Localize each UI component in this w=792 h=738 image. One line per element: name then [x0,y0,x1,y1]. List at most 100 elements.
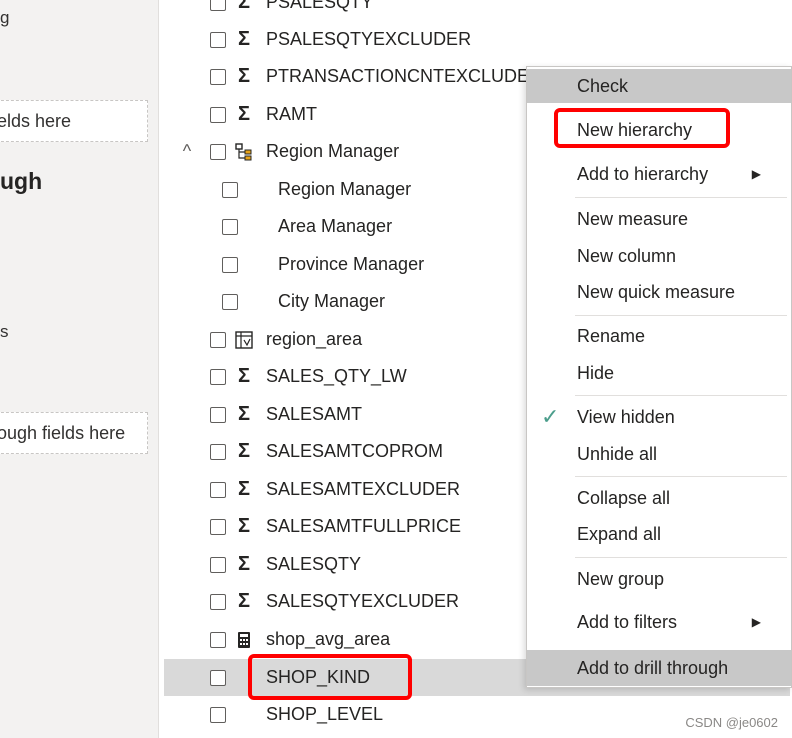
menu-item-add-to-drill-through[interactable]: Add to drill through [527,650,791,686]
field-checkbox[interactable] [210,556,226,573]
calc-column-icon [234,330,254,350]
menu-item-label: Rename [577,325,646,346]
field-checkbox[interactable] [210,31,226,48]
submenu-arrow-icon: ▶ [751,615,761,629]
field-label: Region Manager [278,179,412,199]
sigma-icon: Σ [237,403,250,425]
drop-well-label: ough fields here [0,423,126,443]
menu-item-label: Add to drill through [577,657,729,678]
sigma-icon: Σ [237,590,250,612]
drill-through-heading: ugh [0,168,43,194]
field-label: SALESAMTCOPROM [266,441,444,461]
pane-text-fragment: g [0,8,10,27]
menu-item-view-hidden[interactable]: ✓ View hidden [527,400,791,434]
menu-item-expand-all[interactable]: Expand all [527,517,791,551]
sigma-icon: Σ [237,478,250,500]
field-label: shop_avg_area [266,629,391,649]
field-label: Province Manager [278,254,425,274]
hierarchy-icon [234,142,254,162]
drill-through-drop-well[interactable]: ough fields here [0,412,148,454]
menu-item-label: Expand all [577,523,662,544]
sigma-icon: Σ [237,515,250,537]
menu-item-new-measure[interactable]: New measure [527,202,791,236]
field-label: RAMT [266,104,317,124]
menu-item-label: New column [577,245,677,266]
context-menu: Check New hierarchy Add to hierarchy ▶ N… [526,66,792,688]
highlight-box-new-hierarchy [554,108,730,148]
submenu-arrow-icon: ▶ [751,167,761,181]
sigma-icon: Σ [237,440,250,462]
menu-item-label: Hide [577,362,615,383]
menu-item-label: New measure [577,208,689,229]
menu-item-hide[interactable]: Hide [527,356,791,390]
field-label: Area Manager [278,216,393,236]
sigma-icon: Σ [237,0,250,13]
menu-item-new-group[interactable]: New group [527,562,791,596]
field-row-psalesqty[interactable]: Σ PSALESQTY [164,0,774,21]
field-label: SALES_QTY_LW [266,366,407,386]
fields-drop-well[interactable]: elds here [0,100,148,142]
menu-separator [575,315,787,316]
field-label: SALESQTY [266,554,362,574]
field-label: PTRANSACTIONCNTEXCLUDER [266,66,543,86]
menu-item-new-column[interactable]: New column [527,239,791,273]
menu-item-label: Add to hierarchy [577,163,709,184]
field-checkbox[interactable] [210,331,226,348]
menu-item-add-to-filters[interactable]: Add to filters ▶ [527,605,791,639]
field-checkbox[interactable] [222,293,238,310]
drop-well-label: elds here [0,111,72,131]
field-checkbox[interactable] [222,181,238,198]
menu-item-label: Collapse all [577,487,671,508]
field-checkbox[interactable] [210,0,226,11]
menu-item-label: Add to filters [577,611,678,632]
field-label: region_area [266,329,363,349]
menu-item-unhide-all[interactable]: Unhide all [527,437,791,471]
field-checkbox[interactable] [210,631,226,648]
sigma-icon: Σ [237,28,250,50]
menu-separator [575,557,787,558]
menu-item-rename[interactable]: Rename [527,319,791,353]
field-checkbox[interactable] [210,669,226,686]
menu-item-label: New quick measure [577,281,736,302]
visualizations-pane: g elds here ugh s ough fields here [0,0,159,738]
chevron-up-icon[interactable]: ^ [176,141,198,162]
menu-item-label: Unhide all [577,443,658,464]
field-label: PSALESQTYEXCLUDER [266,29,472,49]
field-label: SALESAMTFULLPRICE [266,516,462,536]
field-checkbox[interactable] [210,406,226,423]
field-checkbox[interactable] [222,218,238,235]
field-checkbox[interactable] [210,68,226,85]
field-checkbox[interactable] [210,106,226,123]
field-checkbox[interactable] [210,368,226,385]
field-label: SALESQTYEXCLUDER [266,591,460,611]
field-row-psalesqtyexcluder[interactable]: Σ PSALESQTYEXCLUDER [164,21,774,58]
field-row-shop-level[interactable]: SHOP_LEVEL [164,696,774,733]
field-checkbox[interactable] [210,593,226,610]
menu-item-check[interactable]: Check [527,69,791,103]
menu-item-collapse-all[interactable]: Collapse all [527,481,791,515]
menu-item-label: Check [577,75,629,96]
menu-item-label: View hidden [577,406,675,427]
menu-item-label: New group [577,568,665,589]
sigma-icon: Σ [237,365,250,387]
checkmark-icon: ✓ [541,404,560,429]
menu-separator [575,395,787,396]
field-checkbox[interactable] [210,518,226,535]
field-label: PSALESQTY [266,0,374,12]
pane-text-fragment: s [0,322,9,341]
field-checkbox[interactable] [210,443,226,460]
menu-separator [575,476,787,477]
field-checkbox[interactable] [210,481,226,498]
field-checkbox[interactable] [210,143,226,160]
field-checkbox[interactable] [210,706,226,723]
field-label: SALESAMTEXCLUDER [266,479,461,499]
field-checkbox[interactable] [222,256,238,273]
calculator-icon [234,630,254,650]
field-label: SALESAMT [266,404,363,424]
menu-item-add-to-hierarchy[interactable]: Add to hierarchy ▶ [527,157,791,191]
sigma-icon: Σ [237,103,250,125]
field-label: SHOP_LEVEL [266,704,384,724]
sigma-icon: Σ [237,65,250,87]
watermark-text: CSDN @je0602 [685,715,778,730]
menu-item-new-quick-measure[interactable]: New quick measure [527,275,791,309]
